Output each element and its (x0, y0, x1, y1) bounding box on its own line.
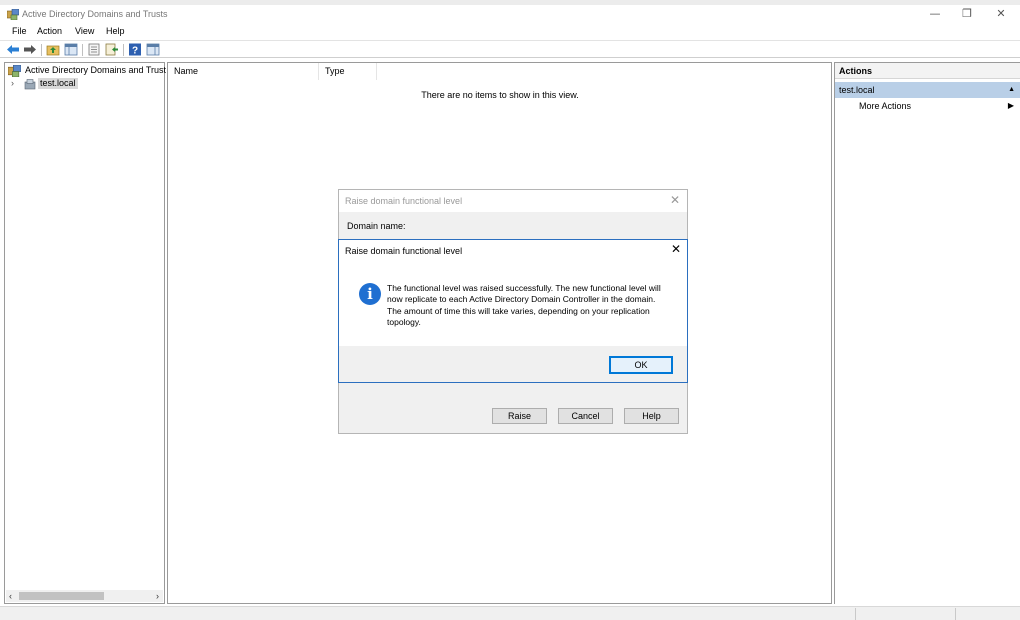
horizontal-scrollbar[interactable]: ‹ › (6, 590, 163, 602)
status-bar-divider (855, 608, 856, 620)
collapse-arrow-icon[interactable]: ▲ (1008, 82, 1015, 98)
actions-context-header[interactable]: test.local ▲ (835, 82, 1020, 98)
title-bar: Active Directory Domains and Trusts — ❐ … (0, 5, 1020, 25)
raise-button[interactable]: Raise (492, 408, 547, 424)
toolbar: ? (0, 40, 1020, 58)
empty-list-message: There are no items to show in this view. (421, 90, 579, 100)
tree-item-label: test.local (38, 78, 78, 89)
up-folder-icon[interactable] (46, 43, 60, 56)
message-box-title: Raise domain functional level (345, 246, 463, 256)
export-list-icon[interactable] (105, 43, 119, 56)
ad-domains-trusts-icon (8, 65, 21, 77)
scroll-right-icon[interactable]: › (156, 590, 159, 602)
tree-item-test-local[interactable]: › test.local (9, 78, 159, 91)
close-icon[interactable]: ✕ (670, 193, 680, 207)
message-box-footer: OK (339, 346, 687, 382)
more-actions-item[interactable]: More Actions (859, 101, 911, 111)
show-hide-tree-icon[interactable] (64, 43, 78, 56)
close-button[interactable]: ✕ (986, 6, 1016, 22)
toolbar-separator (82, 44, 83, 56)
cancel-button[interactable]: Cancel (558, 408, 613, 424)
menu-file[interactable]: File (12, 26, 27, 36)
actions-pane: Actions test.local ▲ More Actions ▶ (834, 62, 1020, 604)
menu-view[interactable]: View (75, 26, 94, 36)
minimize-button[interactable]: — (920, 6, 950, 22)
dialog-title: Raise domain functional level (345, 196, 463, 206)
ad-domains-trusts-app-icon (7, 9, 19, 20)
toolbar-separator (123, 44, 124, 56)
domain-icon (24, 79, 36, 90)
menu-bar: File Action View Help (0, 25, 1020, 39)
menu-action[interactable]: Action (37, 26, 62, 36)
back-arrow-icon[interactable] (6, 43, 20, 56)
restore-button[interactable]: ❐ (952, 6, 982, 22)
column-header-name[interactable]: Name (168, 63, 319, 80)
menu-help[interactable]: Help (106, 26, 125, 36)
status-bar (0, 606, 1020, 620)
forward-arrow-icon[interactable] (23, 43, 37, 56)
toolbar-separator (41, 44, 42, 56)
dialog-title-bar: Raise domain functional level ✕ (339, 190, 687, 212)
ok-button[interactable]: OK (609, 356, 673, 374)
submenu-arrow-icon: ▶ (1007, 101, 1014, 110)
scroll-left-icon[interactable]: ‹ (9, 590, 12, 602)
window-title: Active Directory Domains and Trusts (22, 9, 168, 19)
domain-name-label: Domain name: (347, 221, 406, 231)
properties-icon[interactable] (87, 43, 101, 56)
message-text: The functional level was raised successf… (387, 283, 661, 328)
column-header-type[interactable]: Type (319, 63, 377, 80)
information-icon: i (359, 283, 381, 305)
chevron-right-icon[interactable]: › (11, 78, 14, 88)
success-message-dialog: Raise domain functional level ✕ i The fu… (338, 239, 688, 383)
actions-context-label: test.local (839, 85, 875, 95)
console-tree-pane[interactable]: Active Directory Domains and Trust › tes… (4, 62, 167, 604)
close-icon[interactable]: ✕ (671, 242, 681, 256)
status-bar-divider (955, 608, 956, 620)
svg-text:?: ? (132, 46, 138, 57)
scrollbar-thumb[interactable] (19, 592, 104, 600)
show-hide-action-pane-icon[interactable] (146, 43, 160, 56)
help-icon[interactable]: ? (128, 43, 142, 56)
help-button[interactable]: Help (624, 408, 679, 424)
tree-root-label: Active Directory Domains and Trust (25, 65, 167, 75)
actions-header: Actions (835, 63, 1020, 79)
